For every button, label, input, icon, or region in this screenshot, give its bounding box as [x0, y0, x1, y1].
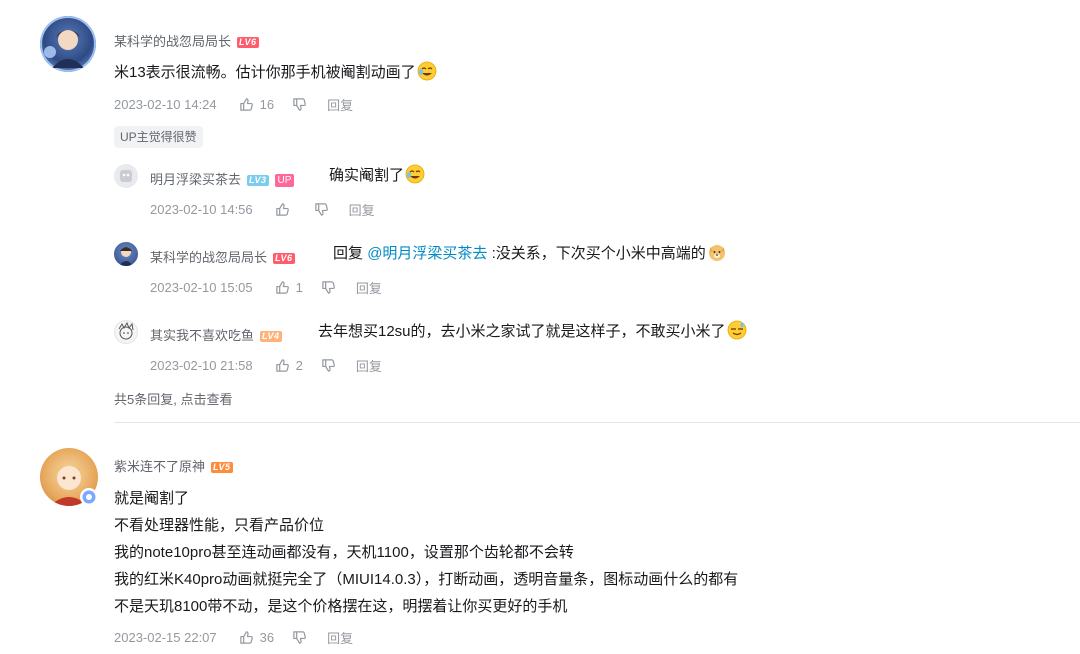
reply-avatar[interactable]: [114, 242, 138, 266]
level-badge: LV3: [247, 175, 269, 187]
comment-content: 就是阉割了 不看处理器性能，只看产品价位 我的note10pro甚至连动画都没有…: [114, 485, 738, 620]
reply-button[interactable]: 回复: [356, 278, 382, 297]
divider: [114, 422, 1080, 423]
like-button[interactable]: 16: [239, 97, 274, 112]
thumbs-down-icon: [322, 281, 335, 294]
thumbs-down-icon: [322, 359, 335, 372]
view-more-replies-link[interactable]: 共5条回复, 点击查看: [114, 389, 232, 408]
level-badge: LV6: [273, 253, 295, 265]
thumbs-down-icon: [314, 203, 328, 216]
level-badge: LV4: [260, 331, 282, 343]
dislike-button[interactable]: [292, 97, 307, 112]
reply-avatar[interactable]: [114, 320, 138, 344]
avatar-image: [119, 247, 133, 266]
content-line: 就是阉割了: [114, 490, 190, 507]
like-button[interactable]: 36: [239, 630, 274, 645]
up-liked-tag: UP主觉得很赞: [114, 126, 203, 148]
reply-text: 确实阉割了: [329, 167, 405, 184]
like-count: 1: [295, 280, 303, 295]
like-button[interactable]: [275, 202, 296, 217]
dislike-button[interactable]: [314, 202, 329, 217]
like-count: 16: [259, 97, 275, 112]
like-button[interactable]: 1: [275, 280, 303, 295]
comment-content: 米13表示很流畅。估计你那手机被阉割动画了: [114, 61, 437, 85]
comment-meta: 2023-02-10 14:24 16 回复: [114, 95, 353, 114]
reply-avatar[interactable]: [114, 164, 138, 188]
thumbs-down-icon: [293, 631, 306, 644]
timestamp: 2023-02-10 14:56: [150, 202, 253, 217]
thumbs-up-icon: [275, 281, 289, 294]
reply-meta: 2023-02-10 14:56 回复: [150, 200, 375, 219]
avatar-image: [40, 16, 96, 72]
sweat-laugh-emoji-icon: [727, 320, 746, 340]
doge-emoji-icon: [708, 245, 725, 261]
reply-prefix: 回复: [333, 245, 364, 262]
reply-text: :没关系，下次买个小米中高端的: [491, 245, 706, 262]
comment-username[interactable]: 某科学的战忽局局长 LV6: [114, 31, 259, 50]
comment-meta: 2023-02-15 22:07 36 回复: [114, 628, 353, 647]
default-avatar-icon: [120, 170, 132, 182]
avatar-image: [118, 321, 134, 340]
thumbs-down-icon: [293, 98, 306, 111]
reply-content: 确实阉割了: [329, 164, 425, 188]
reply-content: 去年想买12su的，去小米之家试了就是这样子，不敢买小米了: [318, 320, 747, 344]
level-badge: LV6: [237, 37, 259, 49]
reply-username[interactable]: 其实我不喜欢吃鱼 LV4: [150, 325, 282, 344]
dislike-button[interactable]: [292, 630, 307, 645]
reply-text: 去年想买12su的，去小米之家试了就是这样子，不敢买小米了: [318, 323, 726, 340]
thumbs-up-icon: [275, 359, 289, 372]
thumbs-up-icon: [239, 98, 253, 111]
level-badge: LV5: [211, 462, 233, 474]
timestamp: 2023-02-10 15:05: [150, 280, 253, 295]
mention-link[interactable]: @明月浮梁买茶去: [367, 245, 487, 262]
username-text[interactable]: 某科学的战忽局局长: [150, 250, 267, 265]
timestamp: 2023-02-10 14:24: [114, 97, 217, 112]
reply-username[interactable]: 明月浮梁买茶去 LV3 UP: [150, 169, 295, 188]
like-count: 2: [295, 358, 303, 373]
timestamp: 2023-02-10 21:58: [150, 358, 253, 373]
crying-laugh-emoji-icon: [405, 164, 425, 184]
reply-content: 回复 @明月浮梁买茶去 :没关系，下次买个小米中高端的: [333, 242, 727, 266]
reply-button[interactable]: 回复: [349, 200, 375, 219]
vip-badge-icon: [82, 490, 96, 504]
up-badge: UP: [274, 174, 295, 188]
avatar[interactable]: [40, 16, 96, 72]
reply-button[interactable]: 回复: [327, 628, 353, 647]
timestamp: 2023-02-15 22:07: [114, 630, 217, 645]
comment-username[interactable]: 紫米连不了原神 LV5: [114, 456, 233, 475]
comment-text: 米13表示很流畅。估计你那手机被阉割动画了: [114, 64, 416, 81]
content-line: 不是天玑8100带不动，是这个价格摆在这，明摆着让你买更好的手机: [114, 598, 568, 615]
like-button[interactable]: 2: [275, 358, 303, 373]
username-text[interactable]: 其实我不喜欢吃鱼: [150, 328, 254, 343]
username-text[interactable]: 紫米连不了原神: [114, 459, 205, 474]
content-line: 我的红米K40pro动画就挺完全了（MIUI14.0.3），打断动画，透明音量条…: [114, 571, 739, 588]
reply-username[interactable]: 某科学的战忽局局长 LV6: [150, 247, 295, 266]
reply-meta: 2023-02-10 15:05 1 回复: [150, 278, 382, 297]
reply-meta: 2023-02-10 21:58 2 回复: [150, 356, 382, 375]
crying-laugh-emoji-icon: [417, 61, 437, 81]
dislike-button[interactable]: [321, 280, 336, 295]
content-line: 不看处理器性能，只看产品价位: [114, 517, 325, 534]
pendant-badge-icon: [80, 488, 98, 506]
reply-button[interactable]: 回复: [356, 356, 382, 375]
content-line: 我的note10pro甚至连动画都没有，天机1100，设置那个齿轮都不会转: [114, 544, 574, 561]
reply-button[interactable]: 回复: [327, 95, 353, 114]
thumbs-up-icon: [239, 631, 253, 644]
like-count: 36: [259, 630, 275, 645]
dislike-button[interactable]: [321, 358, 336, 373]
username-text[interactable]: 某科学的战忽局局长: [114, 34, 231, 49]
username-text[interactable]: 明月浮梁买茶去: [150, 172, 241, 187]
thumbs-up-icon: [275, 203, 289, 216]
